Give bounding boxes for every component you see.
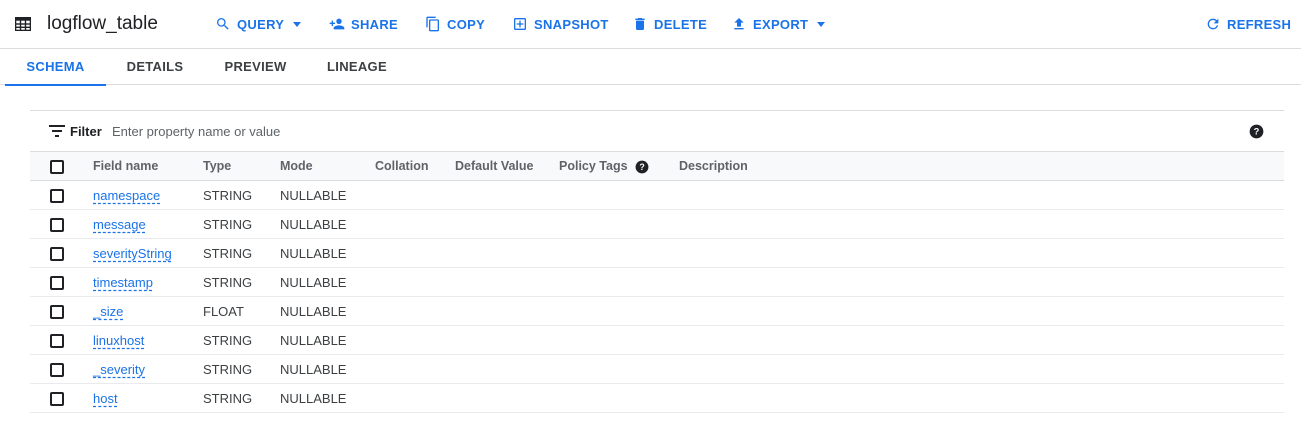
field-mode: NULLABLE [280, 217, 347, 232]
field-mode: NULLABLE [280, 333, 347, 348]
tab-schema[interactable]: SCHEMA [5, 49, 106, 86]
table-row: _severity STRING NULLABLE [30, 355, 1284, 384]
tab-preview[interactable]: PREVIEW [204, 49, 307, 85]
table-icon [15, 17, 31, 31]
field-name-link[interactable]: message [93, 210, 146, 239]
svg-text:?: ? [1254, 127, 1260, 137]
row-checkbox[interactable] [50, 247, 64, 261]
refresh-button[interactable]: REFRESH [1205, 15, 1291, 33]
share-button[interactable]: SHARE [329, 15, 398, 33]
table-row: namespace STRING NULLABLE [30, 181, 1284, 210]
refresh-icon [1207, 18, 1219, 30]
row-checkbox[interactable] [50, 189, 64, 203]
column-header-type[interactable]: Type [203, 152, 231, 181]
field-type: FLOAT [203, 304, 244, 319]
policy-tags-label: Policy Tags [559, 159, 628, 173]
column-header-field-name[interactable]: Field name [93, 152, 158, 181]
help-icon[interactable]: ? [635, 160, 649, 174]
field-type: STRING [203, 246, 253, 261]
query-button[interactable]: QUERY [215, 15, 302, 33]
table-row: timestamp STRING NULLABLE [30, 268, 1284, 297]
upload-icon [734, 18, 744, 30]
page-title: logflow_table [47, 13, 158, 34]
toolbar: logflow_table QUERY SHARE COPY SNAPSHOT … [0, 0, 1301, 49]
field-name-link[interactable]: timestamp [93, 268, 153, 297]
field-type: STRING [203, 391, 253, 406]
filter-input[interactable] [112, 121, 712, 141]
svg-text:?: ? [639, 161, 644, 171]
snapshot-icon [514, 18, 526, 30]
row-checkbox[interactable] [50, 363, 64, 377]
export-button-label: EXPORT [753, 16, 809, 32]
caret-down-icon [293, 22, 302, 27]
table-row: severityString STRING NULLABLE [30, 239, 1284, 268]
export-button[interactable]: EXPORT [731, 15, 826, 33]
field-type: STRING [203, 333, 253, 348]
field-name-link[interactable]: linuxhost [93, 326, 144, 355]
table-row: message STRING NULLABLE [30, 210, 1284, 239]
copy-button-label: COPY [447, 16, 486, 32]
snapshot-button[interactable]: SNAPSHOT [512, 15, 609, 33]
schema-table: Filter ? Field name Type Mode Collation … [30, 110, 1284, 413]
query-button-label: QUERY [237, 16, 285, 32]
field-name-link[interactable]: severityString [93, 239, 172, 268]
snapshot-button-label: SNAPSHOT [534, 16, 609, 32]
share-button-label: SHARE [351, 16, 399, 32]
row-checkbox[interactable] [50, 334, 64, 348]
column-header-default-value[interactable]: Default Value [455, 152, 534, 181]
field-mode: NULLABLE [280, 362, 347, 377]
help-icon[interactable]: ? [1249, 124, 1264, 139]
search-icon [217, 18, 229, 30]
row-checkbox[interactable] [50, 218, 64, 232]
tab-bar: SCHEMA DETAILS PREVIEW LINEAGE [0, 49, 1301, 86]
column-header-description[interactable]: Description [679, 152, 748, 181]
filter-bar: Filter ? [30, 111, 1284, 152]
table-row: linuxhost STRING NULLABLE [30, 326, 1284, 355]
field-name-link[interactable]: _size [93, 297, 123, 326]
field-type: STRING [203, 217, 253, 232]
person-add-icon [329, 18, 345, 30]
field-type: STRING [203, 275, 253, 290]
row-checkbox[interactable] [50, 276, 64, 290]
column-header-collation[interactable]: Collation [375, 152, 428, 181]
field-type: STRING [203, 362, 253, 377]
column-header-policy-tags: Policy Tags ? [559, 152, 649, 181]
caret-down-icon [817, 22, 826, 27]
field-mode: NULLABLE [280, 275, 347, 290]
copy-icon [426, 16, 439, 32]
delete-button[interactable]: DELETE [632, 15, 707, 33]
field-name-link[interactable]: _severity [93, 355, 145, 384]
copy-button[interactable]: COPY [425, 15, 485, 33]
table-row: host STRING NULLABLE [30, 384, 1284, 413]
table-row: _size FLOAT NULLABLE [30, 297, 1284, 326]
field-name-link[interactable]: namespace [93, 181, 160, 210]
row-checkbox[interactable] [50, 305, 64, 319]
field-type: STRING [203, 188, 253, 203]
field-mode: NULLABLE [280, 188, 347, 203]
field-mode: NULLABLE [280, 304, 347, 319]
column-header-mode[interactable]: Mode [280, 152, 313, 181]
field-mode: NULLABLE [280, 391, 347, 406]
select-all-checkbox[interactable] [50, 160, 64, 174]
field-mode: NULLABLE [280, 246, 347, 261]
filter-icon[interactable] [49, 125, 65, 137]
tab-lineage[interactable]: LINEAGE [307, 49, 407, 85]
filter-label: Filter [70, 124, 102, 139]
row-checkbox[interactable] [50, 392, 64, 406]
refresh-button-label: REFRESH [1227, 16, 1292, 32]
field-name-link[interactable]: host [93, 384, 118, 413]
table-header: Field name Type Mode Collation Default V… [30, 152, 1284, 181]
tab-details[interactable]: DETAILS [106, 49, 204, 85]
delete-button-label: DELETE [654, 16, 708, 32]
trash-icon [635, 18, 645, 30]
